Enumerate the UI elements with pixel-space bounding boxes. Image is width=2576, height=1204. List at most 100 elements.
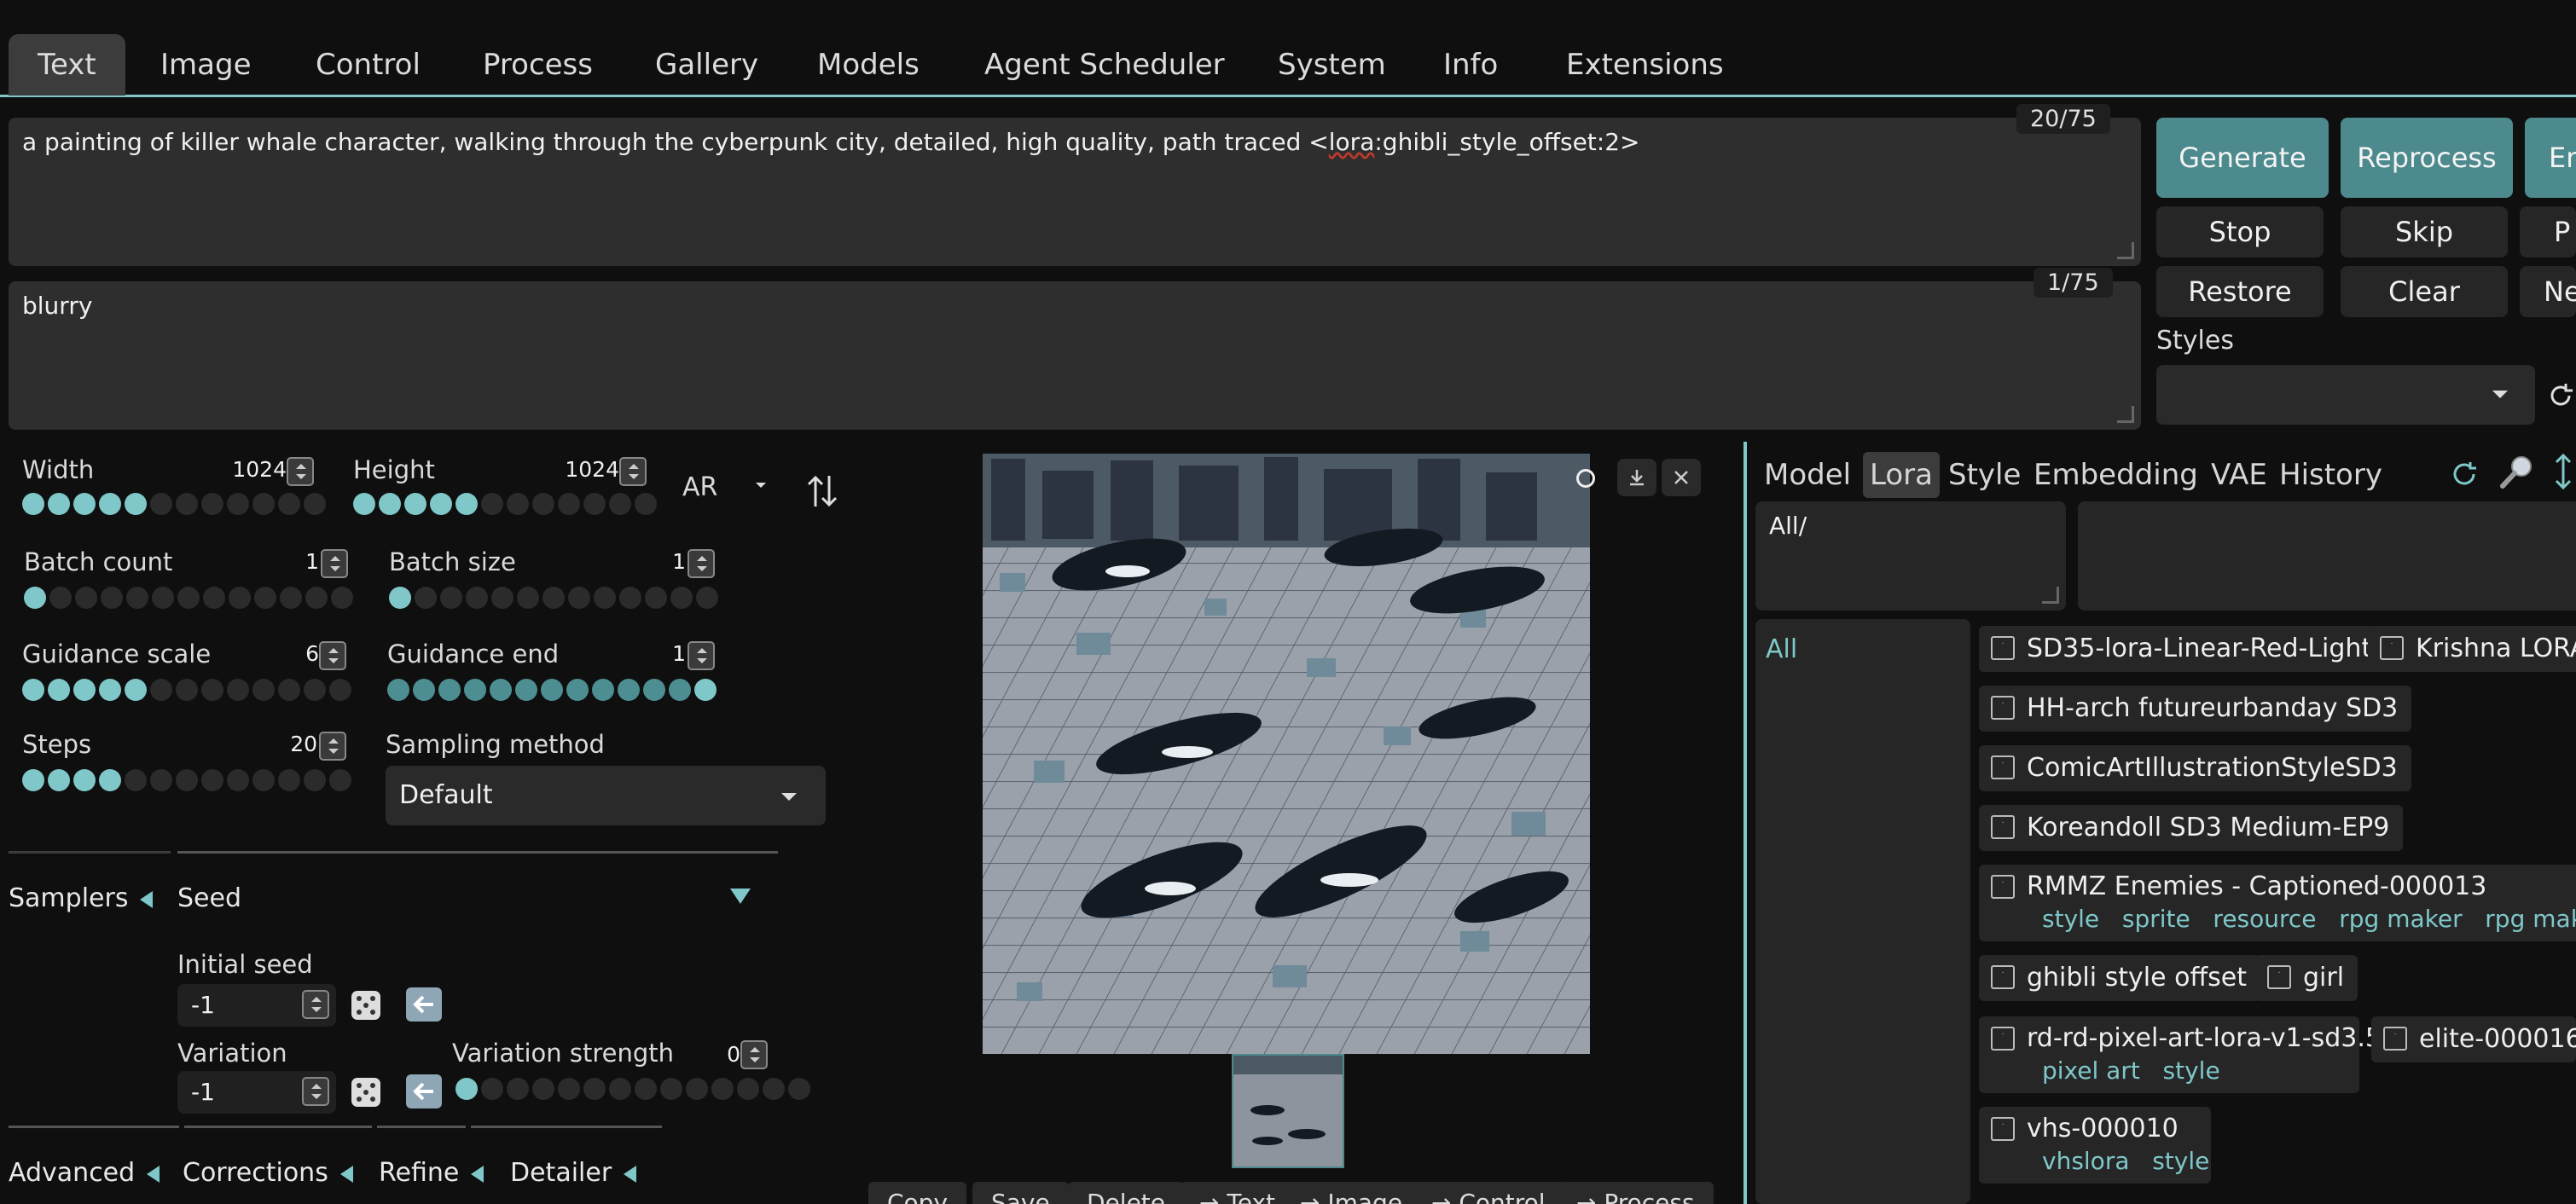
variation-strength-value[interactable]: 0 <box>703 1042 740 1067</box>
network-tab-vae[interactable]: VAE <box>2204 452 2274 498</box>
tab-process[interactable]: Process <box>454 34 622 96</box>
swap-dimensions-icon[interactable] <box>805 472 839 516</box>
enqueue-button[interactable]: En <box>2525 118 2576 198</box>
tab-image[interactable]: Image <box>131 34 280 96</box>
random-seed-dice-icon[interactable] <box>346 984 387 1031</box>
refresh-styles-icon[interactable] <box>2545 380 2576 417</box>
seed-stepper[interactable] <box>302 990 329 1019</box>
expand-triangle-icon[interactable] <box>730 889 751 904</box>
lora-card[interactable]: . elite-000016 <box>2371 1016 2576 1062</box>
close-icon[interactable] <box>1662 459 1701 496</box>
tab-agent-scheduler[interactable]: Agent Scheduler <box>955 34 1254 96</box>
guidance-scale-slider[interactable] <box>22 677 351 703</box>
variation-seed-stepper[interactable] <box>302 1077 329 1106</box>
network-tab-lora[interactable]: Lora <box>1863 452 1940 498</box>
tag-sprite[interactable]: sprite <box>2122 905 2190 933</box>
generated-image[interactable] <box>983 454 1590 1054</box>
batch-size-value[interactable]: 1 <box>636 549 686 574</box>
send-to-text-button[interactable]: → Text <box>1181 1182 1294 1204</box>
tab-system[interactable]: System <box>1249 34 1415 96</box>
refresh-icon[interactable] <box>2448 457 2482 497</box>
tab-control[interactable]: Control <box>287 34 450 96</box>
steps-stepper[interactable] <box>319 732 346 761</box>
tag-rpg-make[interactable]: rpg make <box>2485 905 2576 933</box>
network-search-input[interactable] <box>2078 501 2576 611</box>
height-slider[interactable] <box>353 491 657 517</box>
network-path-input[interactable]: All/ <box>1755 501 2066 611</box>
lora-card[interactable]: . RMMZ Enemies - Captioned-000013 style … <box>1979 865 2576 941</box>
skip-button[interactable]: Skip <box>2341 206 2508 258</box>
variation-strength-stepper[interactable] <box>740 1040 768 1069</box>
samplers-accordion[interactable]: Samplers <box>9 883 154 913</box>
lora-card[interactable]: . Krishna LORA- <box>2368 626 2576 672</box>
batch-count-value[interactable]: 1 <box>270 549 319 574</box>
steps-slider[interactable] <box>22 767 351 793</box>
lora-card[interactable]: . rd-rd-pixel-art-lora-v1-sd3.5 pixel ar… <box>1979 1016 2382 1093</box>
delete-button[interactable]: Delete <box>1068 1182 1184 1204</box>
gallery-thumbnail[interactable] <box>1232 1054 1344 1168</box>
steps-value[interactable]: 20 <box>256 732 317 756</box>
copy-button[interactable]: Copy <box>868 1182 967 1204</box>
lora-card[interactable]: . Koreandoll SD3 Medium-EP9 <box>1979 805 2404 851</box>
clear-button[interactable]: Clear <box>2341 266 2508 317</box>
tag-vhslora[interactable]: vhslora <box>2042 1147 2129 1175</box>
image-overlay-control-icon[interactable] <box>1576 469 1595 488</box>
lora-card[interactable]: . SD35-lora-Linear-Red-Light <box>1979 626 2386 672</box>
lora-card[interactable]: . ghibli style offset <box>1979 955 2260 1001</box>
lora-card[interactable]: . HH-arch futureurbanday SD3 <box>1979 686 2412 732</box>
corrections-accordion[interactable]: Corrections <box>183 1158 353 1188</box>
tag-pixel-art[interactable]: pixel art <box>2042 1056 2140 1085</box>
network-tab-model[interactable]: Model <box>1757 452 1858 498</box>
pause-button[interactable]: P <box>2520 206 2576 258</box>
download-icon[interactable] <box>1617 459 1656 496</box>
variation-strength-slider[interactable] <box>455 1076 810 1102</box>
networks-button[interactable]: Ne <box>2520 266 2576 317</box>
width-value[interactable]: 1024 <box>218 457 287 482</box>
guidance-end-slider[interactable] <box>387 677 717 703</box>
variation-seed-input[interactable]: -1 <box>177 1071 336 1114</box>
negative-prompt-input[interactable]: blurry <box>9 281 2141 430</box>
folder-all[interactable]: All <box>1766 634 1797 664</box>
initial-seed-input[interactable]: -1 <box>177 984 336 1027</box>
reuse-variation-arrow-icon[interactable] <box>404 1073 444 1116</box>
tag-rpg-maker[interactable]: rpg maker <box>2339 905 2462 933</box>
tab-gallery[interactable]: Gallery <box>626 34 787 96</box>
tab-text[interactable]: Text <box>9 34 125 96</box>
guidance-end-stepper[interactable] <box>688 641 715 670</box>
ar-dropdown-chevron-icon[interactable] <box>756 483 766 488</box>
resize-icon[interactable] <box>2550 452 2576 497</box>
lora-card[interactable]: . vhs-000010 vhslora style <box>1979 1107 2211 1184</box>
advanced-accordion[interactable]: Advanced <box>9 1158 160 1188</box>
reuse-seed-arrow-icon[interactable] <box>404 986 444 1029</box>
tag-resource[interactable]: resource <box>2213 905 2316 933</box>
send-to-control-button[interactable]: → Control <box>1413 1182 1564 1204</box>
lora-card[interactable]: . ComicArtIllustrationStyleSD3 <box>1979 745 2411 791</box>
guidance-scale-value[interactable]: 6 <box>270 641 319 666</box>
resize-grip-icon[interactable] <box>2042 587 2059 604</box>
height-value[interactable]: 1024 <box>551 457 619 482</box>
stop-button[interactable]: Stop <box>2156 206 2324 258</box>
width-slider[interactable] <box>22 491 326 517</box>
tag-style[interactable]: style <box>2042 905 2099 933</box>
seed-accordion-header[interactable]: Seed <box>177 883 241 913</box>
resize-grip-icon[interactable] <box>2117 406 2134 423</box>
refine-accordion[interactable]: Refine <box>379 1158 484 1188</box>
styles-dropdown[interactable] <box>2156 365 2535 425</box>
batch-size-stepper[interactable] <box>688 549 715 578</box>
send-to-image-button[interactable]: → Image <box>1281 1182 1422 1204</box>
batch-size-slider[interactable] <box>389 585 718 611</box>
search-icon[interactable] <box>2498 452 2537 497</box>
guidance-scale-stepper[interactable] <box>319 641 346 670</box>
tab-info[interactable]: Info <box>1414 34 1527 96</box>
random-variation-dice-icon[interactable] <box>346 1071 387 1118</box>
network-tab-style[interactable]: Style <box>1941 452 2028 498</box>
reprocess-button[interactable]: Reprocess <box>2341 118 2513 198</box>
network-tab-embedding[interactable]: Embedding <box>2027 452 2205 498</box>
sampling-method-dropdown[interactable]: Default <box>386 766 826 825</box>
guidance-end-value[interactable]: 1 <box>636 641 686 666</box>
tag-style[interactable]: style <box>2152 1147 2209 1175</box>
generate-button[interactable]: Generate <box>2156 118 2329 198</box>
resize-grip-icon[interactable] <box>2117 242 2134 259</box>
width-stepper[interactable] <box>287 457 314 486</box>
network-tab-history[interactable]: History <box>2272 452 2389 498</box>
